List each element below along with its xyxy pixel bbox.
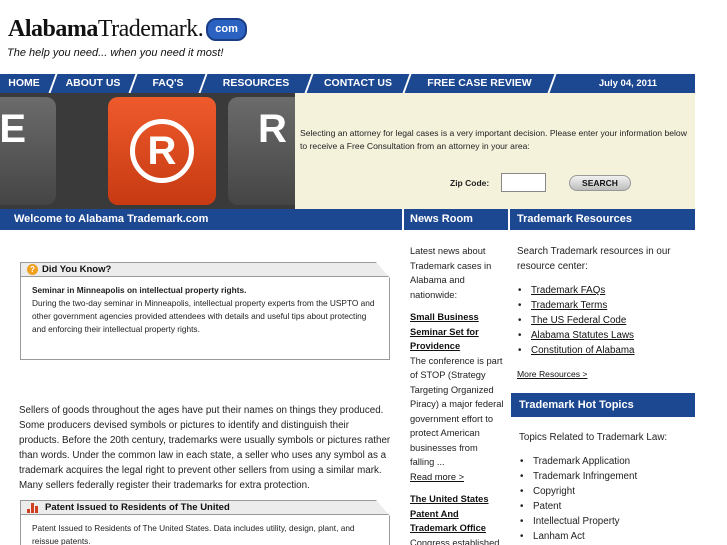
resource-item: Trademark FAQs <box>517 283 695 298</box>
read-more-link[interactable]: Read more > <box>410 472 464 482</box>
bar-chart-icon <box>27 502 39 513</box>
nav-contact-us[interactable]: CONTACT US <box>314 74 402 93</box>
nav-divider <box>402 74 412 93</box>
news-column: Latest news about Trademark cases in Ala… <box>410 244 504 545</box>
resource-link[interactable]: Constitution of Alabama <box>531 345 634 356</box>
did-you-know-box: ? Did You Know? Seminar in Minneapolis o… <box>20 262 390 360</box>
trademark-resources-heading: Trademark Resources <box>508 209 695 230</box>
did-you-know-title: Did You Know? <box>42 263 112 275</box>
hot-topic-item: Trademark Infringement <box>519 469 697 484</box>
resource-link[interactable]: The US Federal Code <box>531 315 626 326</box>
hot-topic-item: Copyright <box>519 484 697 499</box>
nav-home[interactable]: HOME <box>0 74 48 93</box>
news-item-summary: Congress established <box>410 537 500 545</box>
news-item-link[interactable]: The United States Patent And Trademark O… <box>410 492 504 536</box>
more-resources-link[interactable]: More Resources > <box>517 369 587 379</box>
did-you-know-headline: Seminar in Minneapolis on intellectual p… <box>32 285 247 295</box>
nav-faqs[interactable]: FAQ'S <box>138 74 198 93</box>
trademark-intro-paragraph: Sellers of goods throughout the ages hav… <box>19 405 391 491</box>
question-icon: ? <box>27 264 38 275</box>
resources-intro: Search Trademark resources in our resour… <box>517 246 671 272</box>
nav-resources[interactable]: RESOURCES <box>208 74 304 93</box>
patent-box-header: Patent Issued to Residents of The United <box>21 500 390 516</box>
bar-divider <box>402 209 404 230</box>
news-item-summary: The conference is part of STOP (Strategy… <box>410 355 504 468</box>
logo-bold-text: Alabama <box>8 15 98 42</box>
nav-divider <box>547 74 557 93</box>
did-you-know-header: ? Did You Know? <box>21 262 390 278</box>
nav-divider <box>128 74 138 93</box>
site-logo[interactable]: Alabama Trademark. com <box>8 14 247 44</box>
news-item-link[interactable]: Small Business Seminar Set for Providenc… <box>410 310 504 354</box>
resource-item: Constitution of Alabama <box>517 343 695 358</box>
logo-regular-text: Trademark. <box>97 15 204 42</box>
nav-free-case-review[interactable]: FREE CASE REVIEW <box>412 74 547 93</box>
did-you-know-body: Seminar in Minneapolis on intellectual p… <box>21 277 389 346</box>
resource-item: The US Federal Code <box>517 313 695 328</box>
tagline: The help you need... when you need it mo… <box>7 47 224 59</box>
keyboard-key-e: E <box>0 97 56 205</box>
search-button[interactable]: SEARCH <box>569 175 631 191</box>
nav-divider <box>198 74 208 93</box>
resource-link[interactable]: Alabama Statutes Laws <box>531 330 634 341</box>
resource-item: Alabama Statutes Laws <box>517 328 695 343</box>
hot-topic-item: Trademark Application <box>519 454 697 469</box>
main-nav: HOME ABOUT US FAQ'S RESOURCES CONTACT US… <box>0 74 695 93</box>
resource-link[interactable]: Trademark FAQs <box>531 285 605 296</box>
nav-divider <box>304 74 314 93</box>
current-date: July 04, 2011 <box>598 78 657 89</box>
resource-item: Trademark Terms <box>517 298 695 313</box>
hero-banner: E R R Selecting an attorney for legal ca… <box>0 93 695 209</box>
resources-list: Trademark FAQs Trademark Terms The US Fe… <box>517 283 695 358</box>
zip-code-label: Zip Code: <box>450 178 490 188</box>
keyboard-key-r: R <box>228 97 295 205</box>
patent-box-body: Patent Issued to Residents of The United… <box>32 523 355 545</box>
hot-topics-heading: Trademark Hot Topics <box>511 393 695 417</box>
nav-about-us[interactable]: ABOUT US <box>58 74 128 93</box>
hot-topic-item: Patent <box>519 499 697 514</box>
patent-box: Patent Issued to Residents of The United… <box>20 500 390 545</box>
keyboard-image: E R R <box>0 93 295 209</box>
did-you-know-text: During the two-day seminar in Minneapoli… <box>32 298 375 334</box>
hero-intro-text: Selecting an attorney for legal cases is… <box>300 128 687 151</box>
resources-column: Search Trademark resources in our resour… <box>517 244 695 382</box>
resource-link[interactable]: Trademark Terms <box>531 300 607 311</box>
news-intro: Latest news about Trademark cases in Ala… <box>410 246 492 300</box>
registered-trademark-icon: R <box>130 119 194 183</box>
registered-key: R <box>108 97 216 205</box>
hot-topics-list: Trademark Application Trademark Infringe… <box>519 454 697 544</box>
hot-topics-intro: Topics Related to Trademark Law: <box>519 432 668 443</box>
hot-topic-item: Intellectual Property <box>519 514 697 529</box>
welcome-heading: Welcome to Alabama Trademark.com <box>0 209 402 230</box>
logo-com-badge: com <box>206 17 247 41</box>
hot-topic-item: Lanham Act <box>519 529 697 544</box>
nav-divider <box>48 74 58 93</box>
bar-divider <box>508 209 510 230</box>
zip-code-input[interactable] <box>501 173 546 192</box>
patent-box-title: Patent Issued to Residents of The United <box>45 501 230 513</box>
news-room-heading: News Room <box>402 209 508 230</box>
hot-topics-column: Topics Related to Trademark Law: Tradema… <box>519 430 697 544</box>
